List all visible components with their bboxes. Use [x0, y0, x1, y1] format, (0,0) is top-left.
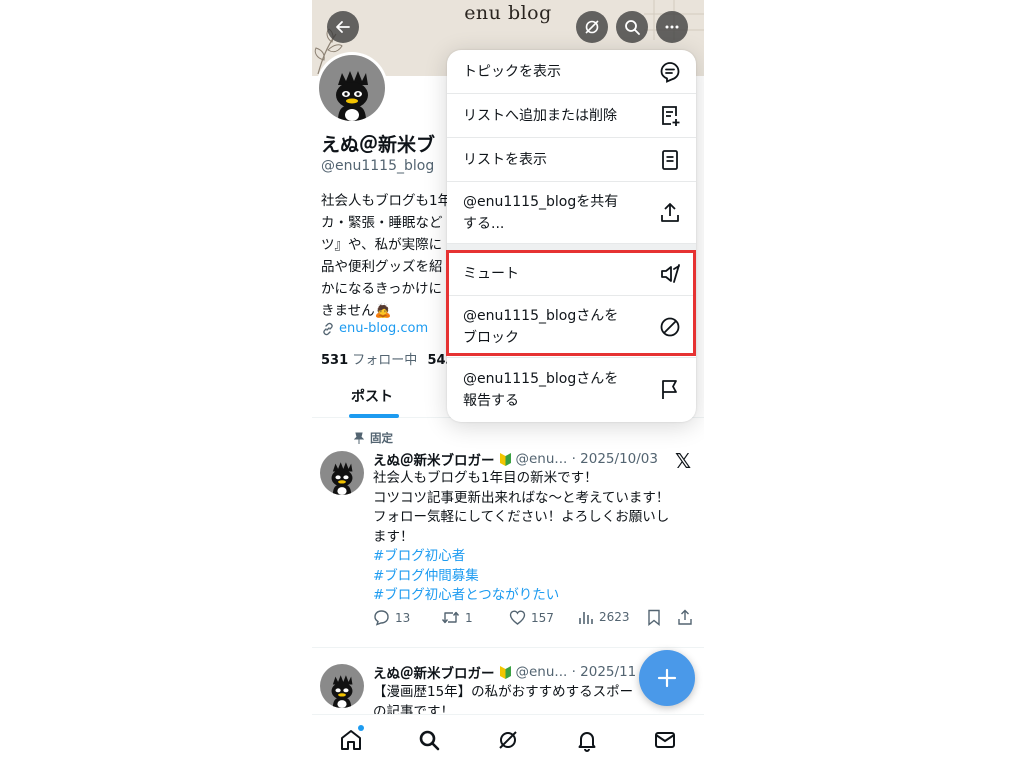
bookmark-icon: [648, 609, 660, 626]
beginner-mark-icon: [499, 452, 511, 466]
tweet-line: コツコツ記事更新出来ればな〜と考えています！: [373, 489, 670, 506]
reply-count: 13: [395, 610, 411, 625]
hashtag-link[interactable]: #ブログ仲間募集: [373, 567, 693, 587]
search-icon: [625, 20, 640, 35]
grok-icon: [585, 20, 599, 34]
menu-item-list-add-remove[interactable]: リストへ追加または削除: [447, 94, 696, 138]
retweet-icon: [441, 611, 460, 624]
share-icon: [678, 609, 692, 625]
tweet-author-name[interactable]: えぬ＠新米ブロガー: [373, 449, 495, 469]
tweet-actions: 13 1 157 2623: [373, 609, 699, 629]
bell-icon: [578, 732, 596, 752]
like-button[interactable]: 157: [509, 609, 554, 626]
more-button[interactable]: [656, 11, 688, 43]
view-count: 2623: [599, 610, 630, 624]
grok-icon: [499, 731, 517, 749]
menu-item-show-topics[interactable]: トピックを表示: [447, 50, 696, 94]
menu-item-label: リストへ追加または削除: [463, 108, 617, 124]
notification-dot: [358, 725, 364, 731]
link-icon: [323, 322, 333, 335]
profile-more-menu: トピックを表示 リストへ追加または削除 リストを表示 @enu1115_blog…: [447, 50, 696, 422]
profile-handle: @enu1115_blog: [321, 158, 435, 174]
hashtag-link[interactable]: #ブログ初心者とつながりたい: [373, 586, 693, 606]
tweet-meta: @enu... · 2025/11: [515, 664, 637, 680]
menu-item-label: @enu1115_blogさんを 報告する: [463, 371, 619, 409]
penguin-character-icon: [331, 675, 353, 708]
list-icon: [662, 150, 678, 170]
back-button[interactable]: [327, 11, 359, 43]
menu-item-label: リストを表示: [463, 152, 547, 168]
retweet-button[interactable]: 1: [441, 609, 473, 626]
analytics-icon: [579, 612, 593, 624]
pinned-label: 固定: [370, 431, 393, 445]
nav-search[interactable]: [412, 725, 446, 755]
search-icon: [419, 730, 440, 751]
tweet-divider: [312, 647, 704, 648]
search-button[interactable]: [616, 11, 648, 43]
topic-icon: [660, 62, 680, 83]
tweet-line: フォロー気軽にしてください！よろしくお願いし: [373, 509, 670, 525]
list-add-icon: [662, 106, 680, 126]
more-icon: [665, 25, 679, 29]
like-count: 157: [531, 610, 554, 625]
retweet-count: 1: [465, 610, 473, 625]
tweet-header: えぬ＠新米ブロガー @enu... · 2025/11: [373, 662, 636, 682]
share-icon: [661, 203, 679, 222]
tweet-line: 社会人もブログも1年目の新米です！: [373, 470, 598, 486]
profile-screen: enu blog えぬ＠新米ブ @enu1115_blog 社会人もブログも1年…: [312, 0, 704, 768]
tweet-author-name[interactable]: えぬ＠新米ブロガー: [373, 662, 495, 682]
menu-item-report[interactable]: @enu1115_blogさんを 報告する: [447, 358, 696, 422]
tweet-meta: @enu... · 2025/10/03: [515, 451, 658, 467]
follow-stats[interactable]: 531 フォロー中 543: [321, 349, 455, 368]
following-count: 531: [321, 353, 349, 368]
plus-icon: [657, 668, 677, 688]
nav-grok[interactable]: [491, 725, 525, 755]
tab-posts[interactable]: ポスト: [351, 386, 393, 406]
nav-notifications[interactable]: [570, 725, 604, 755]
menu-item-view-lists[interactable]: リストを表示: [447, 138, 696, 182]
tweet-avatar[interactable]: [320, 664, 364, 708]
grok-button[interactable]: [576, 11, 608, 43]
heart-icon: [509, 610, 526, 625]
reply-icon: [374, 610, 389, 626]
views-button[interactable]: 2623: [578, 609, 630, 625]
menu-item-label: @enu1115_blogを共有 する...: [463, 194, 619, 232]
tab-indicator: [349, 414, 399, 418]
share-tweet-button[interactable]: [677, 609, 693, 626]
arrow-left-icon: [336, 21, 350, 33]
bookmark-button[interactable]: [647, 609, 661, 626]
following-label: フォロー中: [352, 353, 418, 368]
pinned-label-row: 固定: [354, 430, 393, 446]
penguin-character-icon: [336, 71, 368, 121]
tweet-line: ます！: [373, 528, 414, 545]
menu-item-share-profile[interactable]: @enu1115_blogを共有 する...: [447, 182, 696, 244]
flag-icon: [662, 380, 677, 399]
profile-avatar[interactable]: [316, 52, 388, 124]
reply-button[interactable]: 13: [373, 609, 410, 626]
profile-display-name: えぬ＠新米ブ: [321, 134, 436, 156]
annotation-highlight-box: [446, 250, 696, 356]
home-icon: [341, 730, 361, 750]
nav-messages[interactable]: [648, 725, 682, 755]
tweet-header: えぬ＠新米ブロガー @enu... · 2025/10/03: [373, 449, 658, 469]
beginner-mark-icon: [499, 665, 511, 679]
menu-item-label: トピックを表示: [463, 64, 561, 80]
tweet-body: 社会人もブログも1年目の新米です！ コツコツ記事更新出来ればな〜と考えています！…: [373, 469, 693, 606]
penguin-character-icon: [331, 462, 353, 495]
nav-home[interactable]: [334, 725, 368, 755]
profile-link[interactable]: enu-blog.com: [321, 321, 428, 336]
bottom-navigation: [312, 714, 704, 768]
hashtag-link[interactable]: #ブログ初心者: [373, 547, 693, 567]
compose-button[interactable]: [639, 650, 695, 706]
pin-icon: [354, 432, 364, 444]
tweet-avatar[interactable]: [320, 451, 364, 495]
mail-icon: [655, 732, 675, 748]
profile-link-text[interactable]: enu-blog.com: [339, 321, 428, 336]
